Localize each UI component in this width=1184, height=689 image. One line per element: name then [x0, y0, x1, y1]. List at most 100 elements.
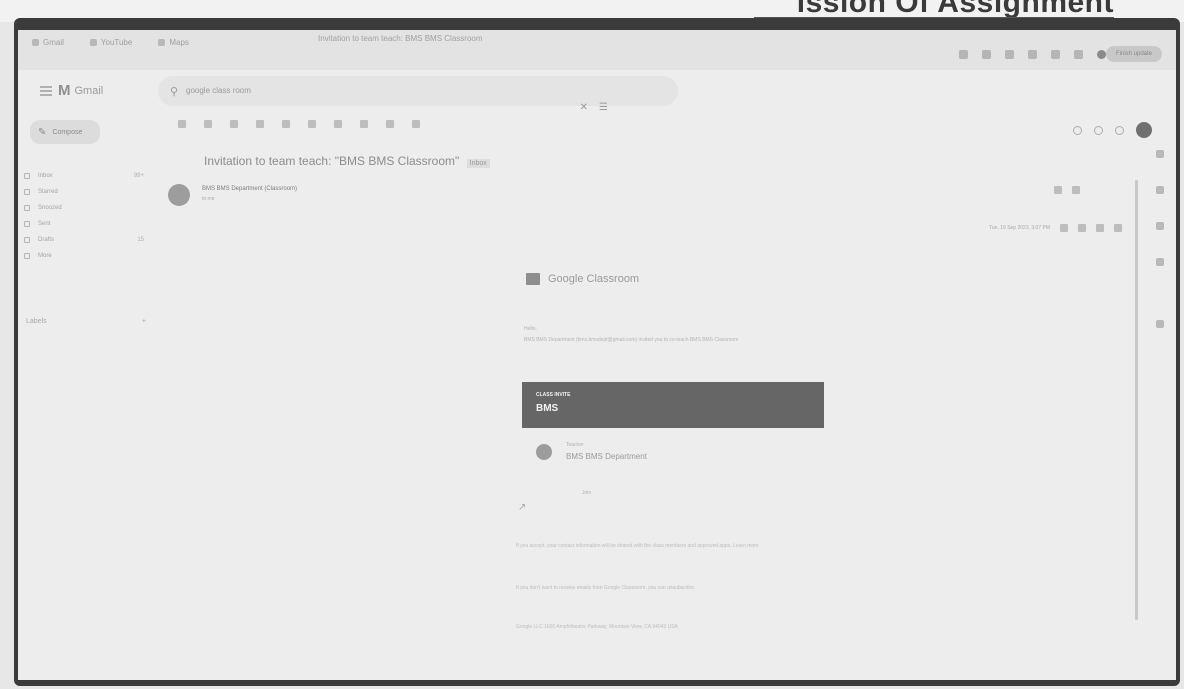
subject-text: Invitation to team teach: "BMS BMS Class…	[204, 154, 460, 168]
message-more-icon[interactable]	[1114, 224, 1122, 232]
clear-search-icon[interactable]: ✕	[580, 102, 588, 113]
gmail-m-icon: M	[58, 82, 71, 99]
sidebar-item-drafts[interactable]: Drafts 15	[24, 232, 164, 248]
add-addon-icon[interactable]	[1156, 320, 1164, 328]
nav-label: Sent	[38, 221, 51, 227]
profile-icon[interactable]	[1097, 50, 1106, 59]
unsubscribe-notice: If you don't want to receive emails from…	[516, 585, 696, 591]
invite-text: BMS BMS Department (bms.bmsdept@gmail.co…	[524, 337, 739, 343]
more-options-icon[interactable]	[412, 120, 420, 128]
emoji-react-icon[interactable]	[1078, 224, 1086, 232]
mark-unread-icon[interactable]	[282, 120, 290, 128]
nav-label: More	[38, 253, 52, 259]
tab-title[interactable]: Invitation to team teach: BMS BMS Classr…	[318, 34, 483, 43]
mail-toolbar	[178, 120, 420, 128]
gmail-bookmark-icon	[32, 39, 39, 46]
class-invite-banner[interactable]: CLASS INVITE BMS	[522, 382, 824, 428]
browser-extension-icons	[959, 50, 1106, 59]
class-name: BMS	[536, 403, 559, 414]
scrollbar[interactable]	[1135, 180, 1138, 620]
finish-update-button[interactable]: Finish update	[1106, 46, 1162, 62]
classroom-brand: Google Classroom	[548, 273, 640, 285]
send-icon	[24, 221, 30, 227]
report-spam-icon[interactable]	[230, 120, 238, 128]
snooze-icon[interactable]	[308, 120, 316, 128]
sender-name[interactable]: BMS BMS Department (Classroom)	[202, 186, 297, 192]
sidebar-item-sent[interactable]: Sent	[24, 216, 164, 232]
chevron-down-icon	[24, 253, 30, 259]
recipient-line[interactable]: to me	[202, 196, 215, 202]
star-icon	[24, 189, 30, 195]
gmail-logo[interactable]: M Gmail	[58, 82, 103, 99]
reply-icon[interactable]	[1096, 224, 1104, 232]
contacts-icon[interactable]	[1156, 258, 1164, 266]
clock-icon	[24, 205, 30, 211]
nav-label: Drafts	[38, 237, 55, 243]
download-icon[interactable]	[1051, 50, 1060, 59]
google-address-footer: Google LLC 1600 Amphitheatre Parkway, Mo…	[516, 624, 678, 630]
search-icon[interactable]: ⚲	[170, 85, 178, 98]
nav-label: Inbox	[38, 173, 53, 179]
teacher-name: BMS BMS Department	[566, 452, 647, 461]
sidebar-toggle-icon[interactable]	[1074, 50, 1083, 59]
help-icon[interactable]	[1073, 125, 1082, 135]
youtube-icon	[89, 39, 97, 46]
label-icon[interactable]	[386, 120, 394, 128]
extension-icon[interactable]	[1005, 50, 1014, 59]
sender-row: BMS BMS Department (Classroom) to me	[168, 182, 1098, 208]
sidebar-item-more[interactable]: More	[24, 248, 164, 264]
browser-toolbar: Gmail YouTube Maps Invitation to team te…	[18, 30, 1176, 70]
labels-title: Labels	[26, 318, 47, 325]
draft-icon	[24, 237, 30, 243]
archive-icon[interactable]	[204, 120, 212, 128]
thread-actions	[1054, 186, 1080, 194]
print-icon[interactable]	[1054, 186, 1062, 194]
hamburger-menu-icon[interactable]	[40, 86, 52, 96]
side-panel	[1144, 150, 1176, 680]
star-message-icon[interactable]	[1060, 224, 1068, 232]
teacher-role: Teacher	[566, 442, 584, 448]
screen-capture-icon[interactable]	[1028, 50, 1037, 59]
move-to-icon[interactable]	[360, 120, 368, 128]
back-arrow-icon[interactable]	[178, 120, 186, 128]
add-label-button[interactable]: +	[142, 318, 146, 325]
gmail-logo-text: Gmail	[74, 84, 104, 97]
mouse-cursor-icon: ↗	[518, 502, 527, 513]
greeting: Hello,	[524, 326, 537, 332]
search-input[interactable]: google class room	[186, 86, 251, 95]
star-bookmark-icon[interactable]	[982, 50, 991, 59]
apps-grid-icon[interactable]	[1115, 125, 1124, 135]
bookmark-gmail[interactable]: Gmail	[32, 38, 64, 47]
nav-list: Inbox 99+ Starred Snoozed Sent Drafts 15	[24, 168, 164, 264]
calendar-icon[interactable]	[1156, 150, 1164, 158]
compose-button[interactable]: ✎ Compose	[30, 120, 100, 144]
bookmark-maps[interactable]: Maps	[158, 38, 189, 47]
add-task-icon[interactable]	[334, 120, 342, 128]
open-new-window-icon[interactable]	[1072, 186, 1080, 194]
search-page-icon[interactable]	[959, 50, 968, 59]
class-invite-label: CLASS INVITE	[536, 392, 571, 398]
sidebar-item-snoozed[interactable]: Snoozed	[24, 200, 164, 216]
bookmark-youtube[interactable]: YouTube	[89, 38, 132, 47]
account-avatar[interactable]	[1136, 122, 1152, 138]
nav-label: Starred	[38, 189, 58, 195]
join-button[interactable]: Join	[582, 490, 591, 496]
tasks-icon[interactable]	[1156, 222, 1164, 230]
bookmarks-bar: Gmail YouTube Maps	[32, 38, 189, 47]
screen: Gmail YouTube Maps Invitation to team te…	[18, 30, 1176, 680]
search-options-icon[interactable]: ☰	[599, 102, 608, 113]
message-meta: Tue, 19 Sep 2023, 3:07 PM	[989, 224, 1122, 232]
search-bar[interactable]: ⚲ google class room ✕ ☰	[158, 76, 678, 113]
sidebar-item-starred[interactable]: Starred	[24, 184, 164, 200]
inbox-label-badge[interactable]: Inbox	[466, 159, 490, 168]
settings-gear-icon[interactable]	[1094, 125, 1103, 135]
pencil-icon: ✎	[38, 126, 47, 138]
sidebar-item-inbox[interactable]: Inbox 99+	[24, 168, 164, 184]
google-classroom-logo: Google Classroom	[526, 273, 639, 285]
delete-icon[interactable]	[256, 120, 264, 128]
sender-avatar[interactable]	[168, 184, 190, 206]
keep-icon[interactable]	[1156, 186, 1164, 194]
nav-label: Snoozed	[38, 205, 62, 211]
maps-icon	[158, 39, 166, 46]
classroom-icon	[526, 273, 540, 285]
